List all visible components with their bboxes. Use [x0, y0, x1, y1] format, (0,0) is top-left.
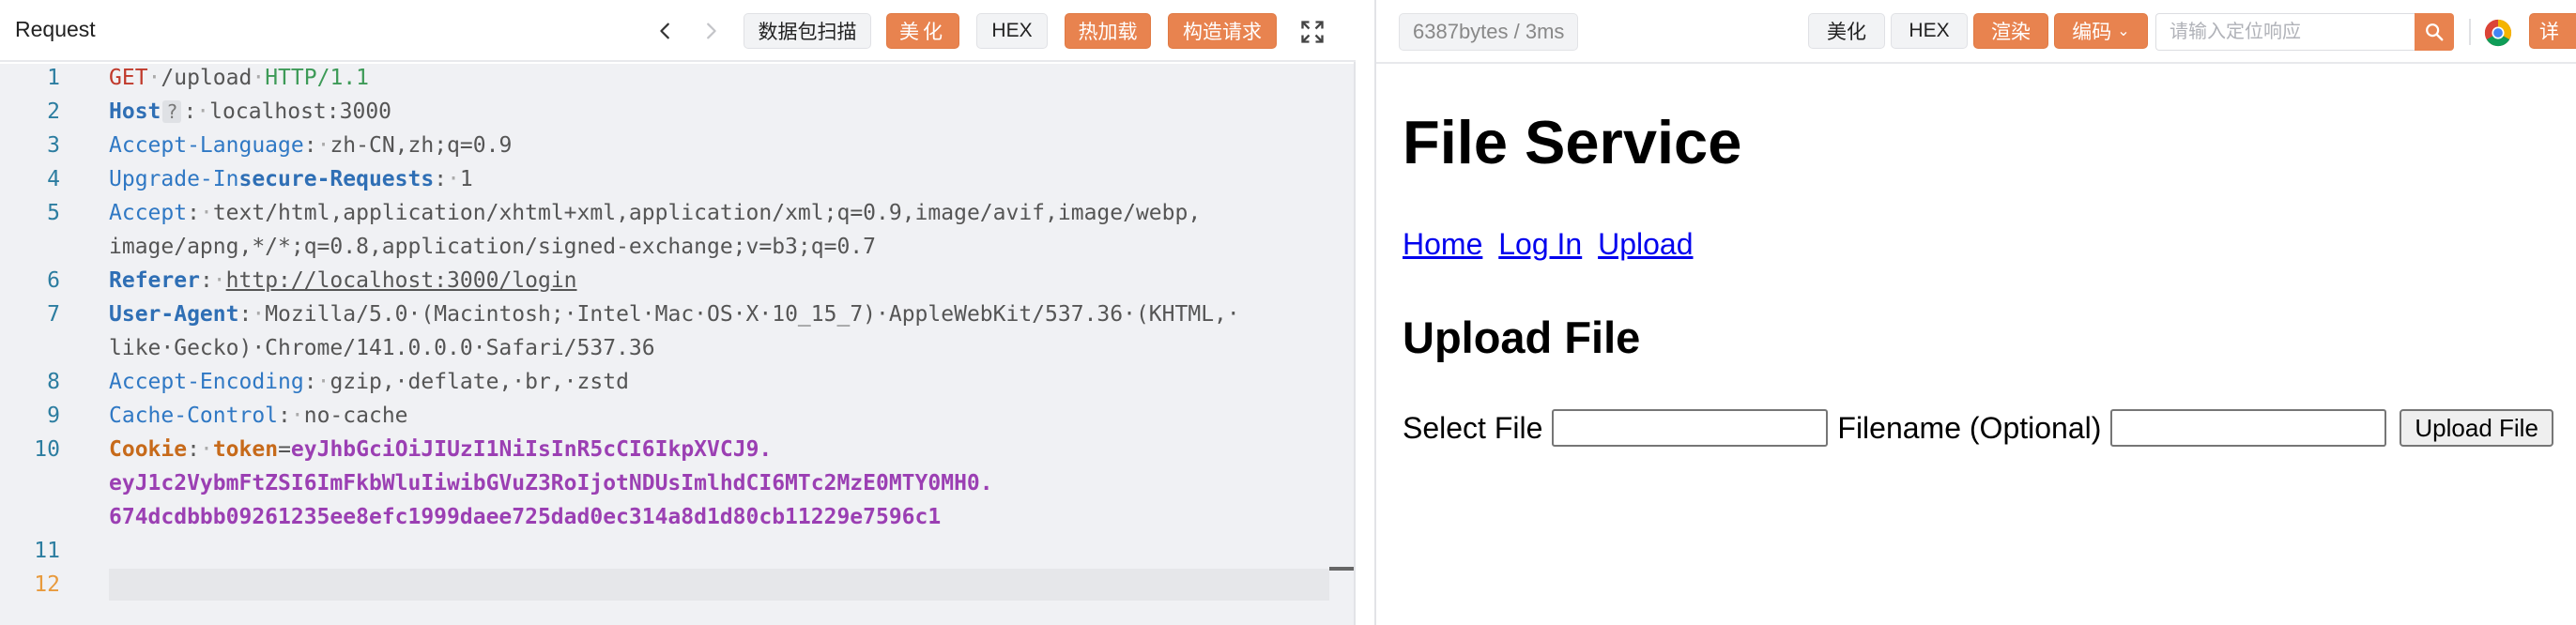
line-number: 11: [34, 539, 60, 563]
detail-button[interactable]: 详: [2529, 13, 2576, 49]
header-key: Accept-Language: [109, 133, 304, 158]
encoding-dropdown[interactable]: 编码 ⌄: [2054, 13, 2148, 49]
beautify-response-button[interactable]: 美化: [1808, 13, 1885, 49]
header-key-part: secure-Requests: [238, 167, 435, 191]
line-number: 1: [47, 66, 60, 90]
select-file-input[interactable]: [1552, 409, 1829, 447]
upload-form: Select File Filename (Optional) Upload F…: [1403, 409, 2553, 447]
fullscreen-icon[interactable]: [1299, 19, 1326, 45]
locate-response-input[interactable]: [2155, 13, 2420, 51]
header-value: gzip,·deflate,·br,·zstd: [330, 370, 629, 394]
code-line-request-line: GET·/upload·HTTP/1.1: [109, 66, 369, 90]
filename-label: Filename (Optional): [1837, 410, 2102, 445]
line-number: 8: [47, 370, 60, 394]
line-number: 2: [47, 99, 60, 124]
header-key: User-Agent: [109, 302, 239, 327]
request-panel: Request 数据包扫描 美化 HEX 热加载 构造请求 1 2 3 4 5 …: [0, 0, 1356, 625]
request-toolbar: Request 数据包扫描 美化 HEX 热加载 构造请求: [0, 0, 1356, 62]
code-line-referer: Referer:·http://localhost:3000/login: [109, 268, 577, 293]
line-number: 4: [47, 167, 60, 191]
code-line-wrap: image/apng,*/*;q=0.8,application/signed-…: [109, 235, 876, 259]
nav-link-upload[interactable]: Upload: [1598, 227, 1693, 261]
header-value: no-cache: [303, 404, 408, 428]
search-icon: [2426, 23, 2444, 41]
nav-link-login[interactable]: Log In: [1498, 227, 1582, 261]
cookie-name: token: [212, 437, 279, 462]
beautify-request-button[interactable]: 美化: [886, 13, 959, 49]
upload-file-button[interactable]: Upload File: [2400, 409, 2553, 447]
hot-load-button[interactable]: 热加载: [1065, 13, 1151, 49]
header-value: Mozilla/5.0·(Macintosh;·Intel·Mac·OS·X·1…: [265, 302, 1240, 327]
chrome-icon[interactable]: [2484, 19, 2512, 47]
line-number: 10: [34, 437, 60, 462]
filename-input[interactable]: [2110, 409, 2387, 447]
http-version: HTTP/1.1: [265, 66, 369, 90]
editor-scrollbar[interactable]: [1329, 567, 1354, 571]
request-path: /upload: [161, 66, 253, 90]
header-key: Host: [109, 99, 161, 124]
header-key: Cookie: [109, 437, 188, 462]
locate-search-button[interactable]: [2415, 13, 2454, 51]
packet-scan-button[interactable]: 数据包扫描: [744, 13, 871, 49]
code-line-cache-control: Cache-Control:·no-cache: [109, 404, 408, 428]
header-value: text/html,application/xhtml+xml,applicat…: [212, 201, 1202, 225]
header-key: Accept-Encoding: [109, 370, 304, 394]
select-file-label: Select File: [1403, 410, 1543, 445]
encoding-label: 编码: [2072, 22, 2112, 43]
code-line-wrap: 674dcdbbb09261235ee8efc1999daee725dad0ec…: [109, 505, 941, 529]
active-line-highlight: [109, 569, 1329, 601]
line-number: 9: [47, 404, 60, 428]
header-value: 1: [459, 167, 473, 191]
header-value-wrap: image/apng,*/*;q=0.8,application/signed-…: [109, 235, 876, 259]
code-line-accept-encoding: Accept-Encoding:·gzip,·deflate,·br,·zstd: [109, 370, 629, 394]
code-line-cookie: Cookie:·token=eyJhbGciOiJIUzI1NiIsInR5cC…: [109, 437, 773, 462]
page-title: File Service: [1403, 108, 1742, 176]
chevron-right-icon: [707, 23, 716, 39]
line-number-active: 12: [34, 572, 60, 597]
line-number: 3: [47, 133, 60, 158]
history-forward-button[interactable]: [697, 14, 725, 48]
header-key-part: Upgrade-In: [109, 167, 239, 191]
code-line-host: Host?:·localhost:3000: [109, 99, 392, 124]
code-line-user-agent: User-Agent:·Mozilla/5.0·(Macintosh;·Inte…: [109, 302, 1240, 327]
page-nav: Home Log In Upload: [1403, 227, 1701, 262]
code-line-wrap: eyJ1c2VybmFtZSI6ImFkbWluIiwibGVuZ3RoIjot…: [109, 471, 993, 495]
code-line-upgrade-insecure: Upgrade-Insecure-Requests:·1: [109, 167, 473, 191]
toolbar-divider: [2469, 19, 2471, 45]
line-number: 6: [47, 268, 60, 293]
line-number: 5: [47, 201, 60, 225]
cookie-value: eyJhbGciOiJIUzI1NiIsInR5cCI6IkpXVCJ9.: [290, 437, 773, 462]
chevron-left-icon: [660, 23, 669, 39]
nav-link-home[interactable]: Home: [1403, 227, 1482, 261]
request-title: Request: [15, 17, 96, 41]
header-key: Cache-Control: [109, 404, 279, 428]
code-line-accept-language: Accept-Language:·zh-CN,zh;q=0.9: [109, 133, 513, 158]
history-back-button[interactable]: [652, 14, 680, 48]
header-value: zh-CN,zh;q=0.9: [330, 133, 513, 158]
hex-request-button[interactable]: HEX: [976, 13, 1048, 49]
response-stats-badge: 6387bytes / 3ms: [1399, 13, 1579, 51]
line-number: 7: [47, 302, 60, 327]
chevron-down-icon: ⌄: [2117, 23, 2130, 39]
construct-request-button[interactable]: 构造请求: [1168, 13, 1277, 49]
request-editor[interactable]: 1 2 3 4 5 6 7 8 9 10 11 12 GET·/upload·H…: [0, 64, 1354, 625]
hex-response-button[interactable]: HEX: [1891, 13, 1968, 49]
rendered-response-view: File Service Home Log In Upload Upload F…: [1389, 66, 2572, 625]
code-line-wrap: like·Gecko)·Chrome/141.0.0.0·Safari/537.…: [109, 336, 655, 360]
header-value-wrap: like·Gecko)·Chrome/141.0.0.0·Safari/537.…: [109, 336, 655, 360]
header-key: Accept: [109, 201, 188, 225]
help-badge[interactable]: ?: [162, 100, 182, 123]
cookie-value-wrap: 674dcdbbb09261235ee8efc1999daee725dad0ec…: [109, 505, 942, 529]
http-method: GET: [109, 66, 148, 90]
cookie-equals: =: [278, 437, 291, 462]
cookie-value-wrap: eyJ1c2VybmFtZSI6ImFkbWluIiwibGVuZ3RoIjot…: [109, 471, 993, 495]
header-value: localhost:3000: [209, 99, 392, 124]
upload-heading: Upload File: [1403, 312, 1641, 362]
header-key: Referer: [109, 268, 200, 293]
code-line-accept: Accept:·text/html,application/xhtml+xml,…: [109, 201, 1202, 225]
response-toolbar: 6387bytes / 3ms 美化 HEX 渲染 编码 ⌄ 详: [1376, 0, 2576, 64]
response-panel: 6387bytes / 3ms 美化 HEX 渲染 编码 ⌄ 详 File Ser…: [1374, 0, 2576, 625]
render-response-button[interactable]: 渲染: [1973, 13, 2048, 49]
referer-link[interactable]: http://localhost:3000/login: [226, 268, 577, 293]
